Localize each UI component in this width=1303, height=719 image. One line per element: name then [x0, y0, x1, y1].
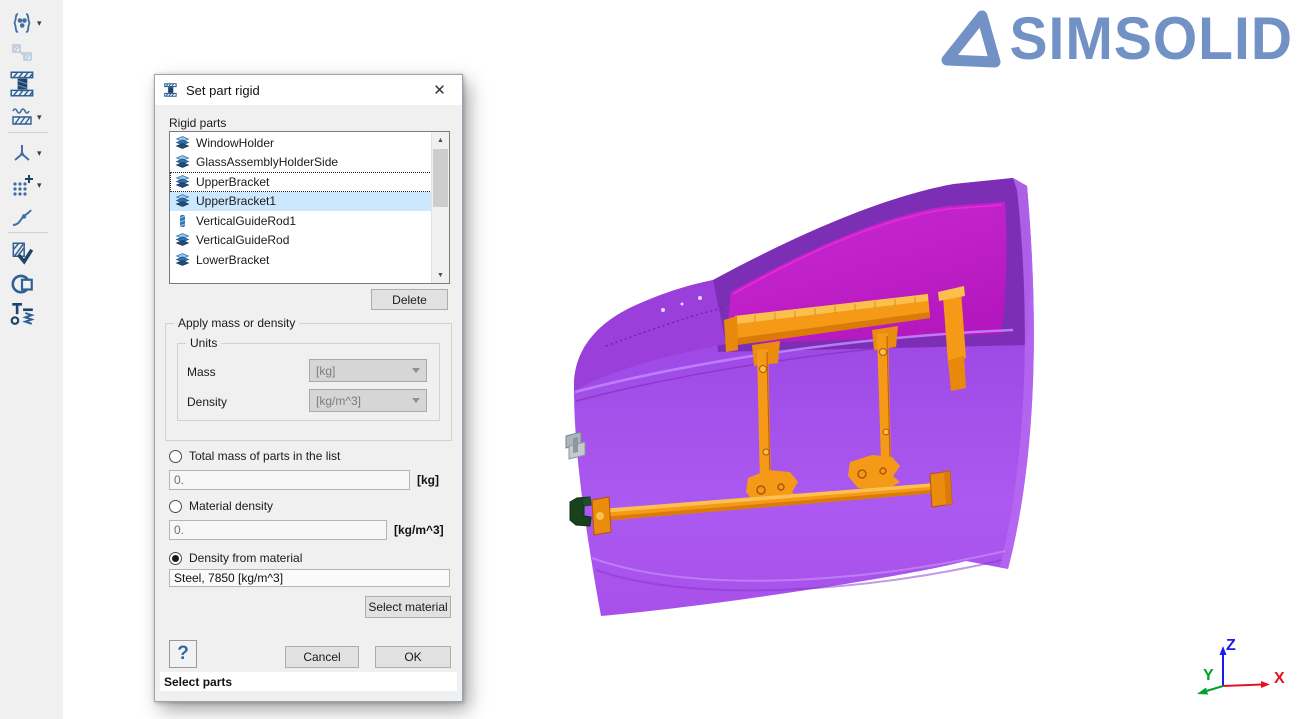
- part-name: GlassAssemblyHolderSide: [196, 155, 338, 169]
- review-results-button[interactable]: [9, 270, 57, 296]
- mass-unit-value: [kg]: [316, 364, 335, 378]
- review-results-icon: [9, 270, 35, 296]
- set-part-rigid-button[interactable]: [9, 68, 57, 100]
- rigid-parts-label: Rigid parts: [169, 116, 226, 130]
- dialog-status-bar: Select parts: [160, 672, 457, 691]
- coordinate-system-icon: [9, 141, 35, 165]
- total-mass-radio-label: Total mass of parts in the list: [189, 449, 340, 463]
- toolbar-separator: [8, 132, 48, 133]
- scrollbar-thumb[interactable]: [433, 149, 448, 207]
- part-name: VerticalGuideRod: [196, 233, 289, 247]
- part-stack-icon: [175, 253, 190, 267]
- chevron-down-icon: [412, 368, 420, 373]
- chevron-down-icon[interactable]: ▾: [37, 181, 42, 190]
- axis-x-label: X: [1274, 670, 1285, 687]
- units-group-label: Units: [186, 336, 221, 350]
- total-mass-radio[interactable]: Total mass of parts in the list: [169, 449, 340, 463]
- part-name: UpperBracket: [196, 175, 269, 189]
- list-item[interactable]: GlassAssemblyHolderSide: [170, 153, 432, 173]
- density-from-material-radio[interactable]: Density from material: [169, 551, 302, 565]
- axis-triad: Z X Y: [1197, 637, 1285, 695]
- mass-label: Mass: [187, 365, 216, 379]
- part-stack-icon: [175, 155, 190, 169]
- logo-text: SIMSOLID: [1009, 9, 1293, 69]
- material-density-input[interactable]: 0.: [169, 520, 387, 540]
- part-name: UpperBracket1: [196, 194, 276, 208]
- delete-button[interactable]: Delete: [371, 289, 448, 310]
- spline-curve-icon: [9, 205, 35, 229]
- density-unit-value: [kg/m^3]: [316, 394, 361, 408]
- left-toolbar: ▾ ▾: [0, 0, 63, 719]
- part-contacts-button: [9, 40, 57, 66]
- radio-circle-icon[interactable]: [169, 450, 182, 463]
- bolt-spring-connection-icon: [9, 300, 35, 326]
- seam-weld-icon: [9, 105, 35, 129]
- seam-weld-button[interactable]: ▾: [9, 104, 57, 130]
- list-item[interactable]: VerticalGuideRod: [170, 231, 432, 251]
- select-material-button[interactable]: Select material: [365, 596, 451, 618]
- part-stack-icon: [175, 233, 190, 247]
- material-density-radio[interactable]: Material density: [169, 499, 273, 513]
- mass-unit-select: [kg]: [309, 359, 427, 382]
- chevron-down-icon[interactable]: ▾: [37, 19, 42, 28]
- list-item[interactable]: UpperBracket: [170, 172, 432, 192]
- dialog-title: Set part rigid: [186, 83, 260, 98]
- axis-y-label: Y: [1203, 667, 1214, 684]
- rigid-parts-list[interactable]: WindowHolder GlassAssemblyHolderSide Upp…: [169, 131, 450, 284]
- bolt-spring-connection-button[interactable]: [9, 300, 57, 326]
- part-name: WindowHolder: [196, 136, 274, 150]
- chevron-down-icon: [412, 398, 420, 403]
- total-mass-unit-label: [kg]: [417, 473, 439, 487]
- part-contacts-icon: [9, 41, 35, 65]
- help-button[interactable]: ?: [169, 640, 197, 668]
- part-rod-icon: [175, 214, 190, 228]
- radio-circle-icon[interactable]: [169, 552, 182, 565]
- list-item[interactable]: WindowHolder: [170, 133, 432, 153]
- add-entity-button[interactable]: ▾: [9, 172, 57, 198]
- list-scrollbar[interactable]: ▲ ▼: [431, 132, 449, 283]
- dialog-titlebar[interactable]: Set part rigid ✕: [155, 75, 462, 105]
- close-icon[interactable]: ✕: [417, 75, 462, 105]
- axis-z-label: Z: [1226, 637, 1236, 654]
- set-part-rigid-icon: [163, 82, 179, 98]
- toolbar-separator: [8, 232, 48, 233]
- part-name: VerticalGuideRod1: [196, 214, 296, 228]
- part-stack-icon: [175, 175, 190, 189]
- part-stack-icon: [175, 136, 190, 150]
- density-label: Density: [187, 395, 227, 409]
- scroll-up-icon[interactable]: ▲: [432, 132, 449, 148]
- ok-button[interactable]: OK: [375, 646, 451, 668]
- radio-circle-icon[interactable]: [169, 500, 182, 513]
- density-unit-select: [kg/m^3]: [309, 389, 427, 412]
- part-stack-icon: [175, 194, 190, 208]
- chevron-down-icon[interactable]: ▾: [37, 149, 42, 158]
- solve-check-icon: [9, 240, 35, 266]
- apply-mass-group-label: Apply mass or density: [174, 316, 299, 330]
- car-door-model[interactable]: [566, 178, 1034, 616]
- list-item[interactable]: LowerBracket: [170, 250, 432, 270]
- list-item[interactable]: VerticalGuideRod1: [170, 211, 432, 231]
- chevron-down-icon[interactable]: ▾: [37, 113, 42, 122]
- solve-button[interactable]: [9, 240, 57, 266]
- spline-curve-button[interactable]: [9, 204, 57, 230]
- part-name: LowerBracket: [196, 253, 269, 267]
- total-mass-input[interactable]: 0.: [169, 470, 410, 490]
- altair-triangle-icon: [935, 8, 1001, 70]
- material-density-radio-label: Material density: [189, 499, 273, 513]
- density-from-material-radio-label: Density from material: [189, 551, 302, 565]
- cancel-button[interactable]: Cancel: [285, 646, 359, 668]
- set-part-rigid-dialog: Set part rigid ✕ Rigid parts WindowHolde…: [154, 74, 463, 702]
- connection-settings-icon: [9, 11, 35, 35]
- simsolid-logo: SIMSOLID: [935, 8, 1293, 70]
- list-item-selected[interactable]: UpperBracket1: [170, 192, 432, 212]
- scroll-down-icon[interactable]: ▼: [432, 267, 449, 283]
- connection-settings-button[interactable]: ▾: [9, 10, 57, 36]
- add-entity-grid-icon: [9, 173, 35, 197]
- material-density-unit-label: [kg/m^3]: [394, 523, 444, 537]
- status-text: Select parts: [164, 675, 232, 689]
- coordinate-system-button[interactable]: ▾: [9, 140, 57, 166]
- set-part-rigid-icon: [9, 69, 37, 99]
- material-field[interactable]: Steel, 7850 [kg/m^3]: [169, 569, 450, 587]
